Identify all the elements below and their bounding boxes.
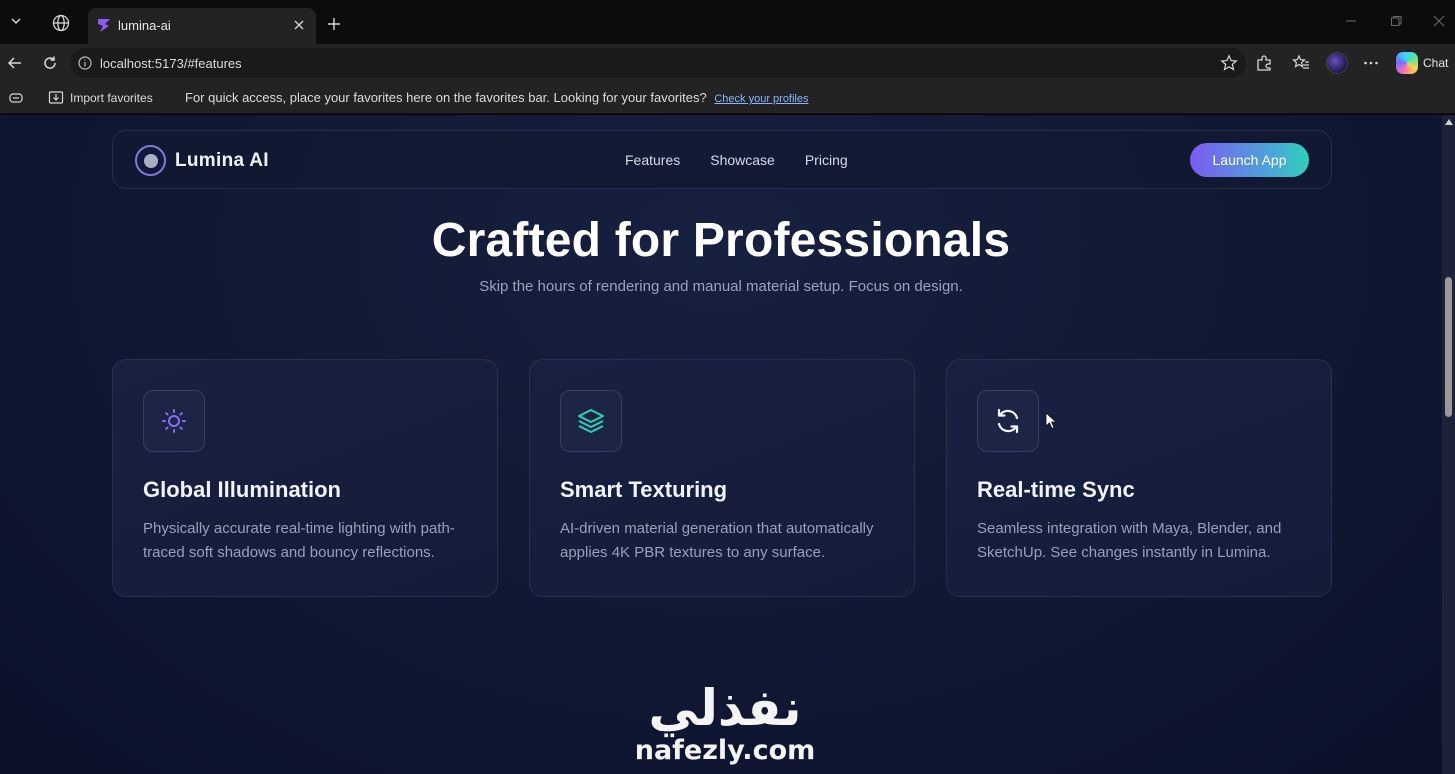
star-icon[interactable] bbox=[1220, 54, 1238, 72]
feature-title: Smart Texturing bbox=[560, 477, 728, 502]
lumina-logo-icon bbox=[135, 145, 166, 176]
section-subtitle: Skip the hours of rendering and manual m… bbox=[479, 278, 963, 295]
restore-icon[interactable] bbox=[1389, 14, 1403, 28]
tab-favicon-icon bbox=[96, 17, 112, 33]
feature-card-smart-texturing: Smart Texturing AI-driven material gener… bbox=[529, 359, 915, 597]
sync-icon bbox=[977, 390, 1039, 452]
info-icon[interactable] bbox=[78, 56, 92, 70]
favorites-message-text: For quick access, place your favorites h… bbox=[185, 90, 707, 105]
page-viewport: Lumina AI Features Showcase Pricing Laun… bbox=[0, 115, 1442, 774]
refresh-icon[interactable] bbox=[41, 54, 59, 72]
plus-icon[interactable] bbox=[324, 14, 344, 34]
feature-title: Real-time Sync bbox=[977, 477, 1135, 502]
url-text[interactable]: localhost:5173/#features bbox=[100, 56, 242, 71]
import-favorites-button[interactable]: Import favorites bbox=[48, 89, 153, 107]
feature-title: Global Illumination bbox=[143, 477, 341, 502]
scroll-up-icon[interactable] bbox=[1445, 119, 1453, 125]
watermark: نفذلي nafezly.com bbox=[630, 680, 820, 766]
sun-icon bbox=[143, 390, 205, 452]
chat-label[interactable]: Chat bbox=[1423, 56, 1448, 70]
close-icon[interactable] bbox=[290, 16, 308, 34]
more-icon[interactable] bbox=[1362, 54, 1380, 72]
reading-view-icon[interactable] bbox=[8, 90, 24, 106]
minimize-icon[interactable] bbox=[1344, 14, 1358, 28]
layers-icon bbox=[560, 390, 622, 452]
feature-description: Seamless integration with Maya, Blender,… bbox=[977, 520, 1282, 561]
launch-app-button[interactable]: Launch App bbox=[1190, 143, 1309, 177]
feature-card-real-time-sync: Real-time Sync Seamless integration with… bbox=[946, 359, 1332, 597]
nav-links: Features Showcase Pricing bbox=[625, 152, 848, 168]
copilot-icon[interactable] bbox=[1396, 52, 1418, 74]
brand-name: Lumina AI bbox=[175, 149, 269, 171]
section-title: Crafted for Professionals bbox=[431, 214, 1011, 267]
nav-link-showcase[interactable]: Showcase bbox=[710, 152, 775, 168]
mouse-cursor-icon bbox=[1045, 412, 1058, 430]
feature-description: Physically accurate real-time lighting w… bbox=[143, 520, 455, 561]
globe-icon[interactable] bbox=[52, 14, 70, 32]
check-profiles-link[interactable]: Check your profiles bbox=[714, 93, 808, 105]
site-navbar: Lumina AI Features Showcase Pricing Laun… bbox=[112, 130, 1332, 189]
browser-tab-strip: lumina-ai bbox=[0, 0, 1455, 44]
feature-description: AI-driven material generation that autom… bbox=[560, 520, 874, 561]
watermark-latin: nafezly.com bbox=[634, 735, 816, 766]
favorites-bar: Import favorites For quick access, place… bbox=[0, 82, 1455, 114]
extensions-icon[interactable] bbox=[1255, 54, 1273, 72]
scrollbar-thumb[interactable] bbox=[1445, 277, 1452, 417]
page-scrollbar[interactable] bbox=[1442, 115, 1455, 774]
tab-title: lumina-ai bbox=[118, 18, 171, 33]
tab-list-icon[interactable] bbox=[5, 10, 27, 32]
import-favorites-label: Import favorites bbox=[70, 91, 153, 105]
nav-link-features[interactable]: Features bbox=[625, 152, 680, 168]
brand[interactable]: Lumina AI bbox=[135, 145, 269, 176]
window-close-icon[interactable] bbox=[1432, 14, 1446, 28]
url-field[interactable]: localhost:5173/#features bbox=[70, 48, 1246, 78]
address-bar-row: localhost:5173/#features Chat bbox=[0, 44, 1455, 82]
browser-tab[interactable]: lumina-ai bbox=[88, 8, 316, 44]
profile-avatar[interactable] bbox=[1326, 52, 1348, 74]
favorites-icon[interactable] bbox=[1292, 54, 1310, 72]
nav-link-pricing[interactable]: Pricing bbox=[805, 152, 848, 168]
watermark-arabic: نفذلي bbox=[648, 679, 802, 737]
favorites-message: For quick access, place your favorites h… bbox=[185, 90, 809, 105]
import-icon bbox=[48, 89, 64, 108]
back-icon[interactable] bbox=[6, 54, 24, 72]
feature-card-global-illumination: Global Illumination Physically accurate … bbox=[112, 359, 498, 597]
